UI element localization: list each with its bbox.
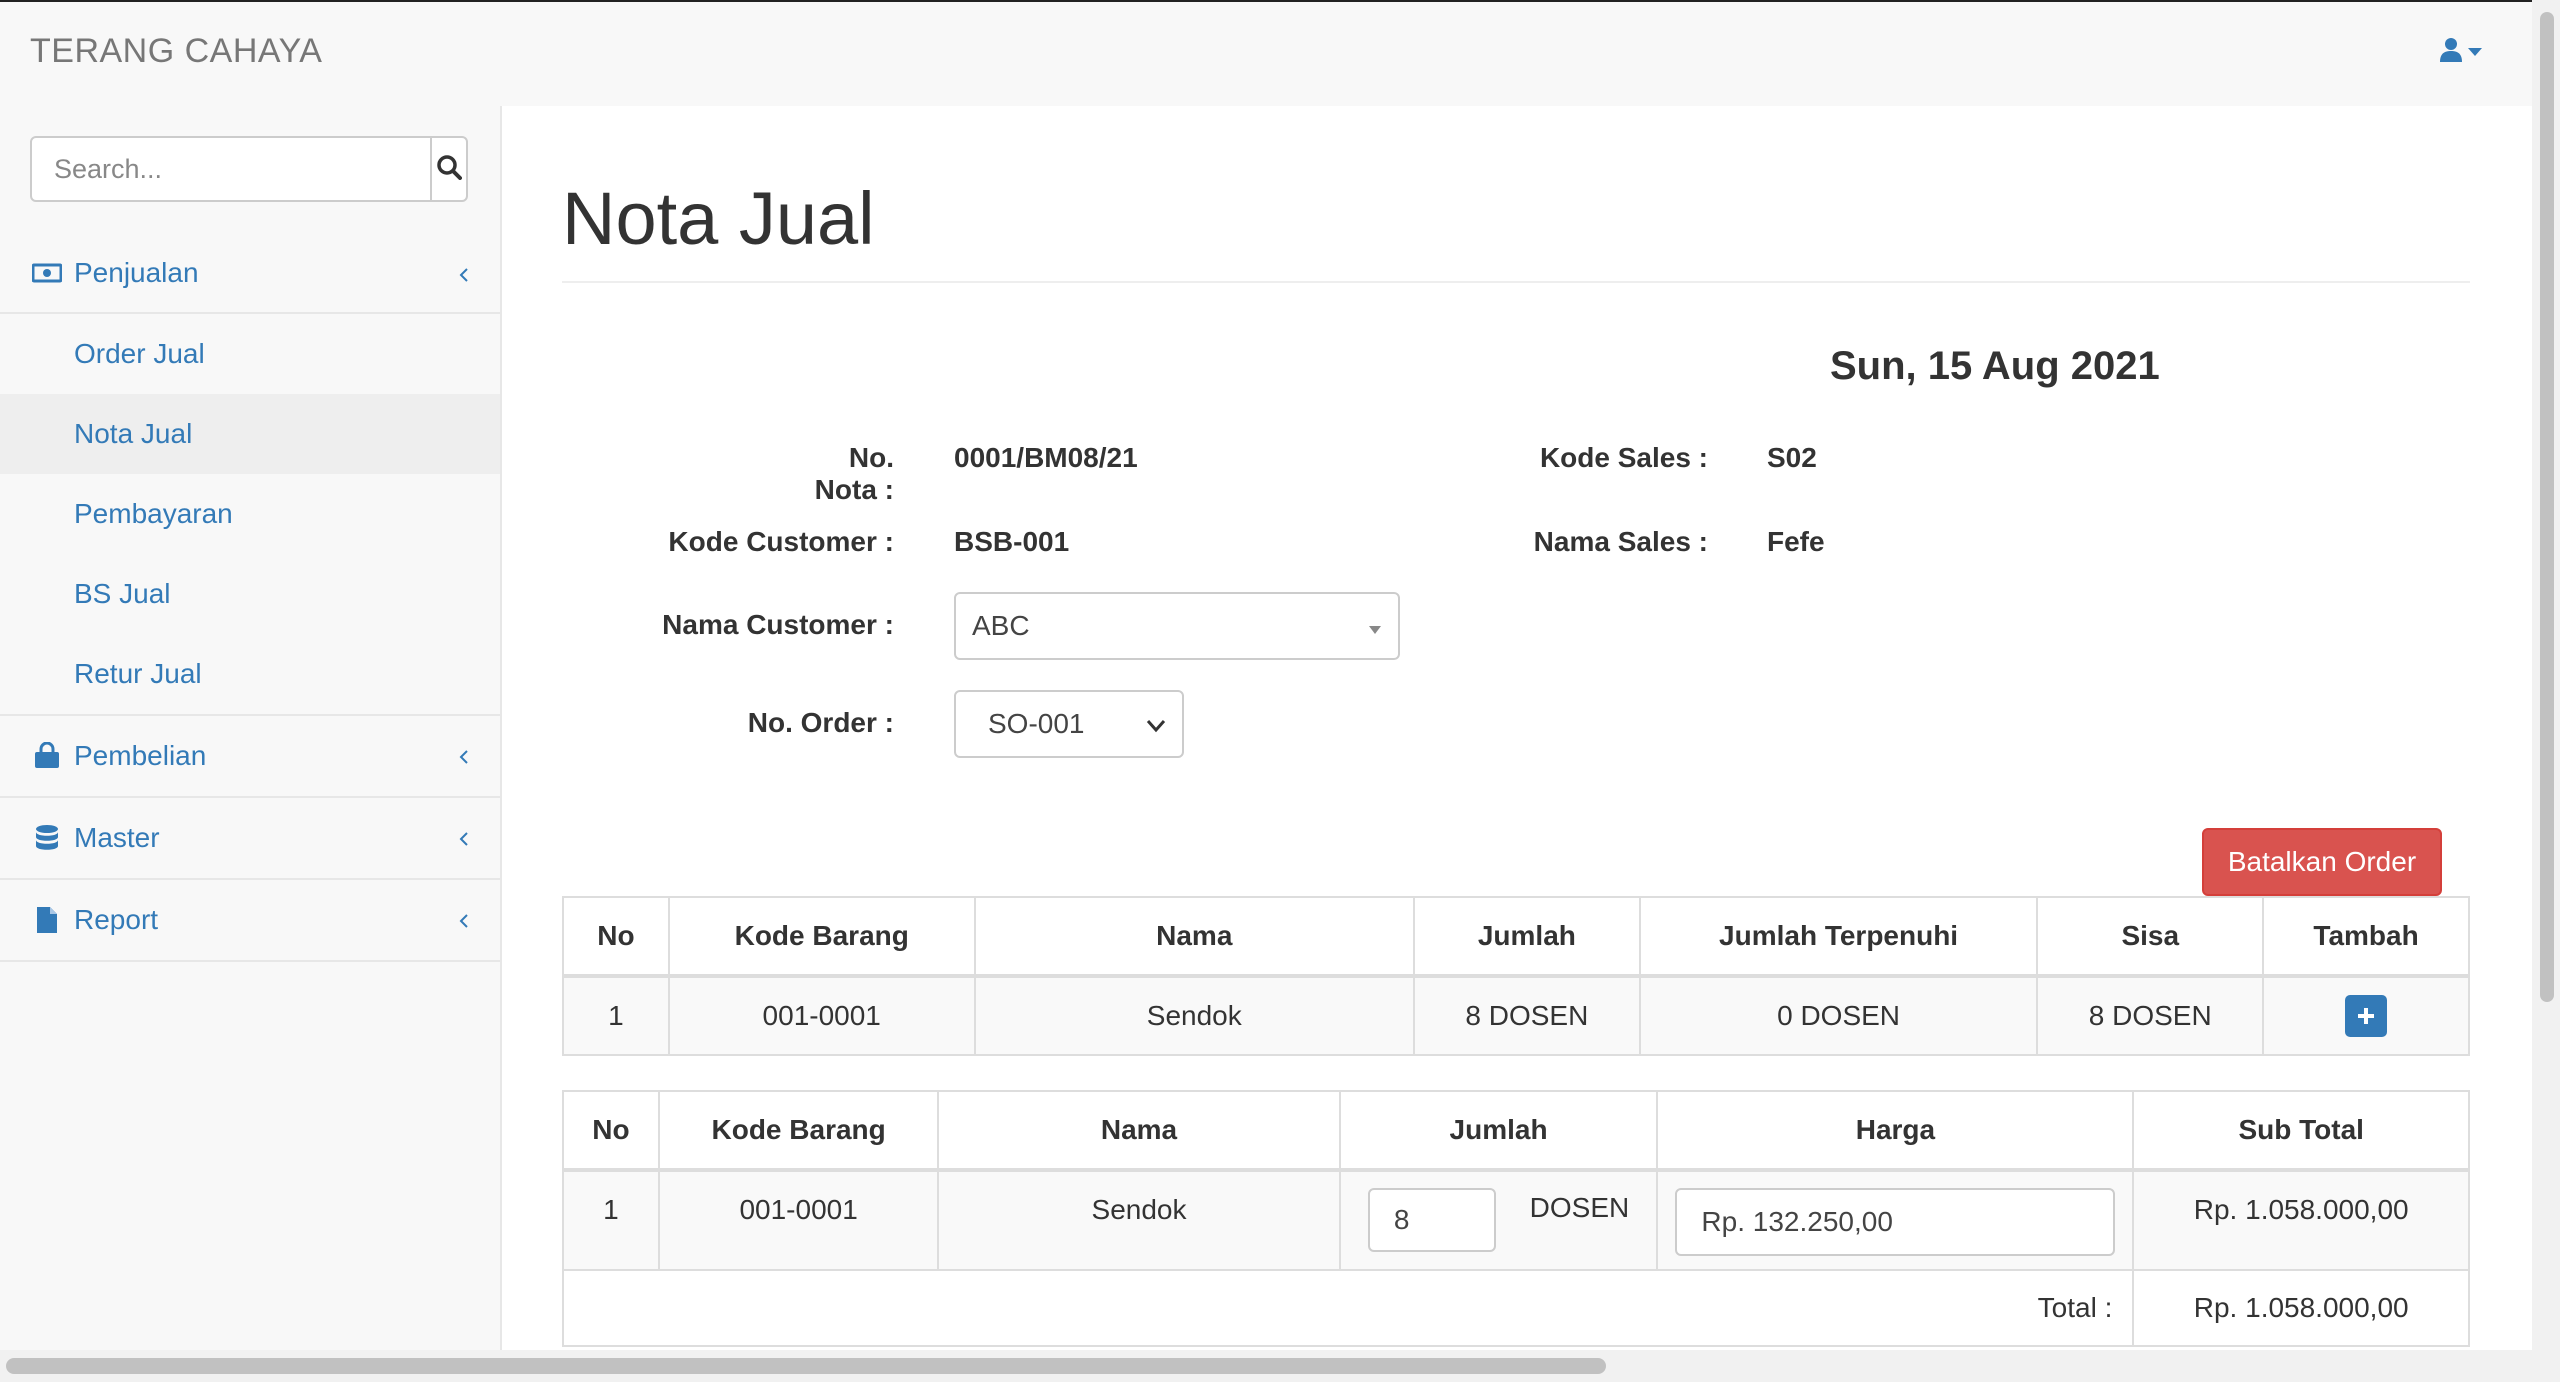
cell-no: 1 xyxy=(562,1169,660,1271)
sidebar-item-label: Penjualan xyxy=(74,257,199,288)
cell-subtotal: Rp. 1.058.000,00 xyxy=(2132,1169,2470,1271)
horizontal-scrollbar-thumb[interactable] xyxy=(6,1358,1606,1374)
cell-jumlah-terpenuhi: 0 DOSEN xyxy=(1638,975,2039,1056)
chevron-left-icon xyxy=(458,740,470,772)
cell-no: 1 xyxy=(562,975,670,1056)
column-header: Jumlah xyxy=(1412,896,1641,978)
database-icon xyxy=(32,823,62,853)
user-menu-toggle[interactable] xyxy=(2440,38,2482,67)
vertical-scrollbar-thumb[interactable] xyxy=(2540,12,2554,1002)
sidebar-item-penjualan[interactable]: Penjualan xyxy=(0,234,500,314)
caret-down-icon xyxy=(2468,44,2482,62)
page-title: Nota Jual xyxy=(562,177,875,260)
sidebar-item-label: Report xyxy=(74,904,159,935)
no-nota-value: 0001/BM08/21 xyxy=(954,442,1138,473)
column-header: Kode Barang xyxy=(667,896,976,978)
cell-harga: Rp. 132.250,00 xyxy=(1656,1169,2135,1271)
file-icon xyxy=(32,905,62,935)
top-navbar: TERANG CAHAYA xyxy=(0,0,2532,108)
submenu-penjualan: Order Jual Nota Jual Pembayaran BS Jual … xyxy=(0,314,500,716)
title-divider xyxy=(562,281,2470,283)
nota-date: Sun, 15 Aug 2021 xyxy=(1830,344,2160,388)
sidebar-item-label: Pembelian xyxy=(74,740,207,771)
main-content: Nota Jual Sun, 15 Aug 2021 No. Nota : 00… xyxy=(502,106,2532,1350)
nama-customer-label: Nama Customer : xyxy=(662,609,894,640)
column-header: Nama xyxy=(937,1090,1341,1172)
search-input[interactable] xyxy=(32,138,430,200)
sidebar-item-nota-jual[interactable]: Nota Jual xyxy=(0,394,500,474)
sidebar-item-bs-jual[interactable]: BS Jual xyxy=(0,554,500,634)
search-icon xyxy=(436,154,462,185)
unit-label: DOSEN xyxy=(1529,1192,1630,1223)
no-order-label: No. Order : xyxy=(747,707,894,738)
batalkan-order-button[interactable]: Batalkan Order xyxy=(2202,828,2442,896)
caret-down-icon xyxy=(1368,610,1382,642)
table-header-row: No Kode Barang Nama Jumlah Jumlah Terpen… xyxy=(562,896,2470,978)
nama-customer-select[interactable]: ABC xyxy=(954,592,1400,660)
table-row: 1 001-0001 Sendok 8 DOSEN Rp. 132.250,00… xyxy=(562,1169,2470,1271)
cell-nama: Sendok xyxy=(973,975,1415,1056)
sidebar-item-label: Master xyxy=(74,822,160,853)
table-header-row: No Kode Barang Nama Jumlah Harga Sub Tot… xyxy=(562,1090,2470,1172)
cell-kode-barang: 001-0001 xyxy=(657,1169,940,1271)
total-label: Total : xyxy=(561,1269,2135,1347)
sidebar: Penjualan Order Jual Nota Jual Pembayara… xyxy=(0,106,502,1350)
kode-customer-label: Kode Customer : xyxy=(668,526,894,557)
nama-customer-selected: ABC xyxy=(972,610,1030,641)
kode-sales-label: Kode Sales : xyxy=(1539,442,1708,473)
no-order-selected: SO-001 xyxy=(988,708,1085,739)
column-header: No xyxy=(562,896,670,978)
column-header: Harga xyxy=(1656,1090,2135,1172)
user-icon xyxy=(2440,38,2462,67)
cell-nama: Sendok xyxy=(937,1169,1341,1271)
no-order-select[interactable]: SO-001 xyxy=(954,690,1184,758)
sidebar-item-pembayaran[interactable]: Pembayaran xyxy=(0,474,500,554)
search-button[interactable] xyxy=(430,138,466,200)
cell-jumlah: 8 DOSEN xyxy=(1338,1169,1659,1271)
shopping-bag-icon xyxy=(32,741,62,771)
total-value: Rp. 1.058.000,00 xyxy=(2132,1269,2470,1347)
vertical-scrollbar[interactable] xyxy=(2532,0,2560,1350)
column-header: Sub Total xyxy=(2132,1090,2470,1172)
horizontal-scrollbar[interactable] xyxy=(0,1350,2560,1382)
sidebar-item-report[interactable]: Report xyxy=(0,880,500,962)
column-header: Kode Barang xyxy=(657,1090,940,1172)
no-nota-label: No. Nota : xyxy=(814,442,894,505)
cell-sisa: 8 DOSEN xyxy=(2036,975,2265,1056)
total-row: Total : Rp. 1.058.000,00 xyxy=(561,1269,2470,1347)
column-header: Jumlah Terpenuhi xyxy=(1638,896,2039,978)
sidebar-item-order-jual[interactable]: Order Jual xyxy=(0,314,500,394)
kode-customer-value: BSB-001 xyxy=(954,526,1070,557)
sidebar-item-retur-jual[interactable]: Retur Jual xyxy=(0,634,500,714)
chevron-down-icon xyxy=(1146,708,1166,740)
chevron-left-icon xyxy=(458,904,470,936)
kode-sales-value: S02 xyxy=(1767,442,1817,473)
table-row: 1 001-0001 Sendok 8 DOSEN 0 DOSEN 8 DOSE… xyxy=(562,975,2470,1056)
nota-items-table: No Kode Barang Nama Jumlah Harga Sub Tot… xyxy=(561,1090,2470,1347)
quantity-input[interactable]: 8 xyxy=(1367,1188,1496,1252)
sidebar-search xyxy=(30,136,468,202)
nama-sales-label: Nama Sales : xyxy=(1533,526,1708,557)
harga-input[interactable]: Rp. 132.250,00 xyxy=(1675,1188,2116,1256)
column-header: Tambah xyxy=(2262,896,2470,978)
add-item-button[interactable] xyxy=(2345,995,2388,1037)
plus-icon xyxy=(2358,1008,2375,1024)
chevron-left-icon xyxy=(458,822,470,854)
sidebar-item-pembelian[interactable]: Pembelian xyxy=(0,716,500,798)
sidebar-menu: Penjualan Order Jual Nota Jual Pembayara… xyxy=(0,234,500,962)
brand-logo[interactable]: TERANG CAHAYA xyxy=(30,32,322,71)
chevron-left-icon xyxy=(458,258,470,290)
money-icon xyxy=(32,258,62,288)
cell-jumlah: 8 DOSEN xyxy=(1412,975,1641,1056)
column-header: Sisa xyxy=(2036,896,2265,978)
cell-kode-barang: 001-0001 xyxy=(667,975,976,1056)
order-items-table: No Kode Barang Nama Jumlah Jumlah Terpen… xyxy=(562,896,2470,1056)
column-header: Nama xyxy=(973,896,1415,978)
sidebar-item-master[interactable]: Master xyxy=(0,798,500,880)
cell-tambah xyxy=(2262,975,2470,1056)
column-header: No xyxy=(562,1090,660,1172)
column-header: Jumlah xyxy=(1338,1090,1659,1172)
nama-sales-value: Fefe xyxy=(1767,526,1825,557)
